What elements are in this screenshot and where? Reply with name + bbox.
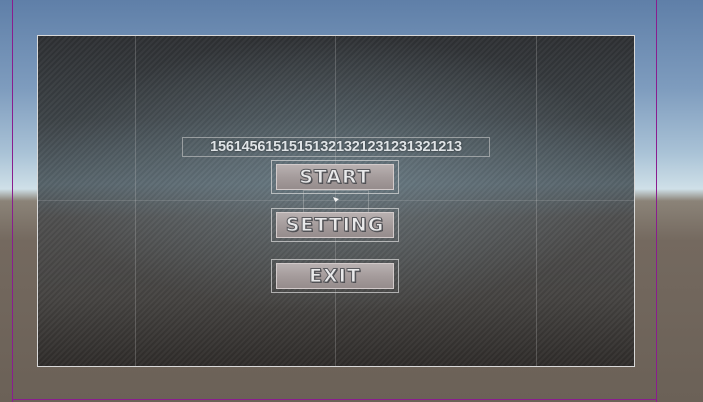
guide-line xyxy=(536,36,537,366)
setting-button[interactable]: SETTING xyxy=(271,208,399,242)
scene-frame-right xyxy=(656,0,657,402)
start-button-face: START xyxy=(276,164,394,190)
start-label: START xyxy=(299,166,371,189)
scene-frame-bottom xyxy=(12,399,657,400)
score-text: 15614561515151321321231231321213 xyxy=(182,137,490,157)
scene-frame-left xyxy=(12,0,13,402)
exit-button-face: EXIT xyxy=(276,263,394,289)
setting-label: SETTING xyxy=(285,214,385,237)
start-button[interactable]: START xyxy=(271,160,399,194)
setting-button-face: SETTING xyxy=(276,212,394,238)
exit-label: EXIT xyxy=(309,265,361,288)
exit-button[interactable]: EXIT xyxy=(271,259,399,293)
guide-line xyxy=(135,36,136,366)
